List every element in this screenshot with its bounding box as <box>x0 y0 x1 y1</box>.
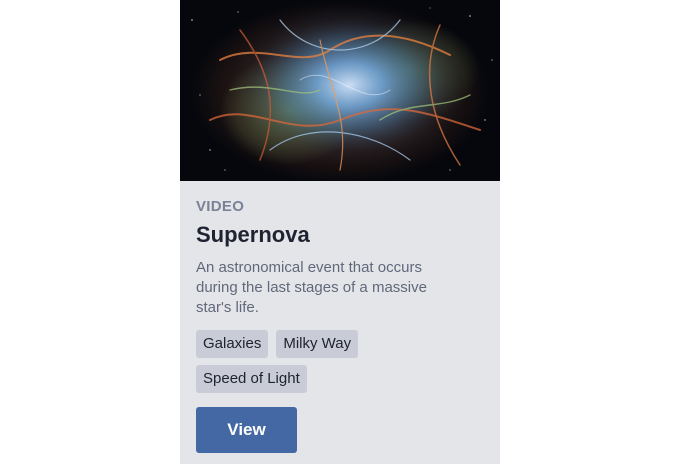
card-body: VIDEO Supernova An astronomical event th… <box>180 181 500 453</box>
nebula-illustration <box>180 0 500 181</box>
tag-galaxies[interactable]: Galaxies <box>196 330 269 358</box>
supernova-image <box>180 0 500 181</box>
card-title: Supernova <box>196 222 310 247</box>
tag-list: Galaxies Milky Way Speed of Light <box>196 330 396 393</box>
view-button[interactable]: View <box>196 407 297 453</box>
tag-speed-of-light[interactable]: Speed of Light <box>196 365 307 393</box>
content-card: VIDEO Supernova An astronomical event th… <box>180 0 500 464</box>
card-description: An astronomical event that occurs during… <box>196 259 427 316</box>
tag-milky-way[interactable]: Milky Way <box>276 330 359 358</box>
category-label: VIDEO <box>196 198 245 215</box>
